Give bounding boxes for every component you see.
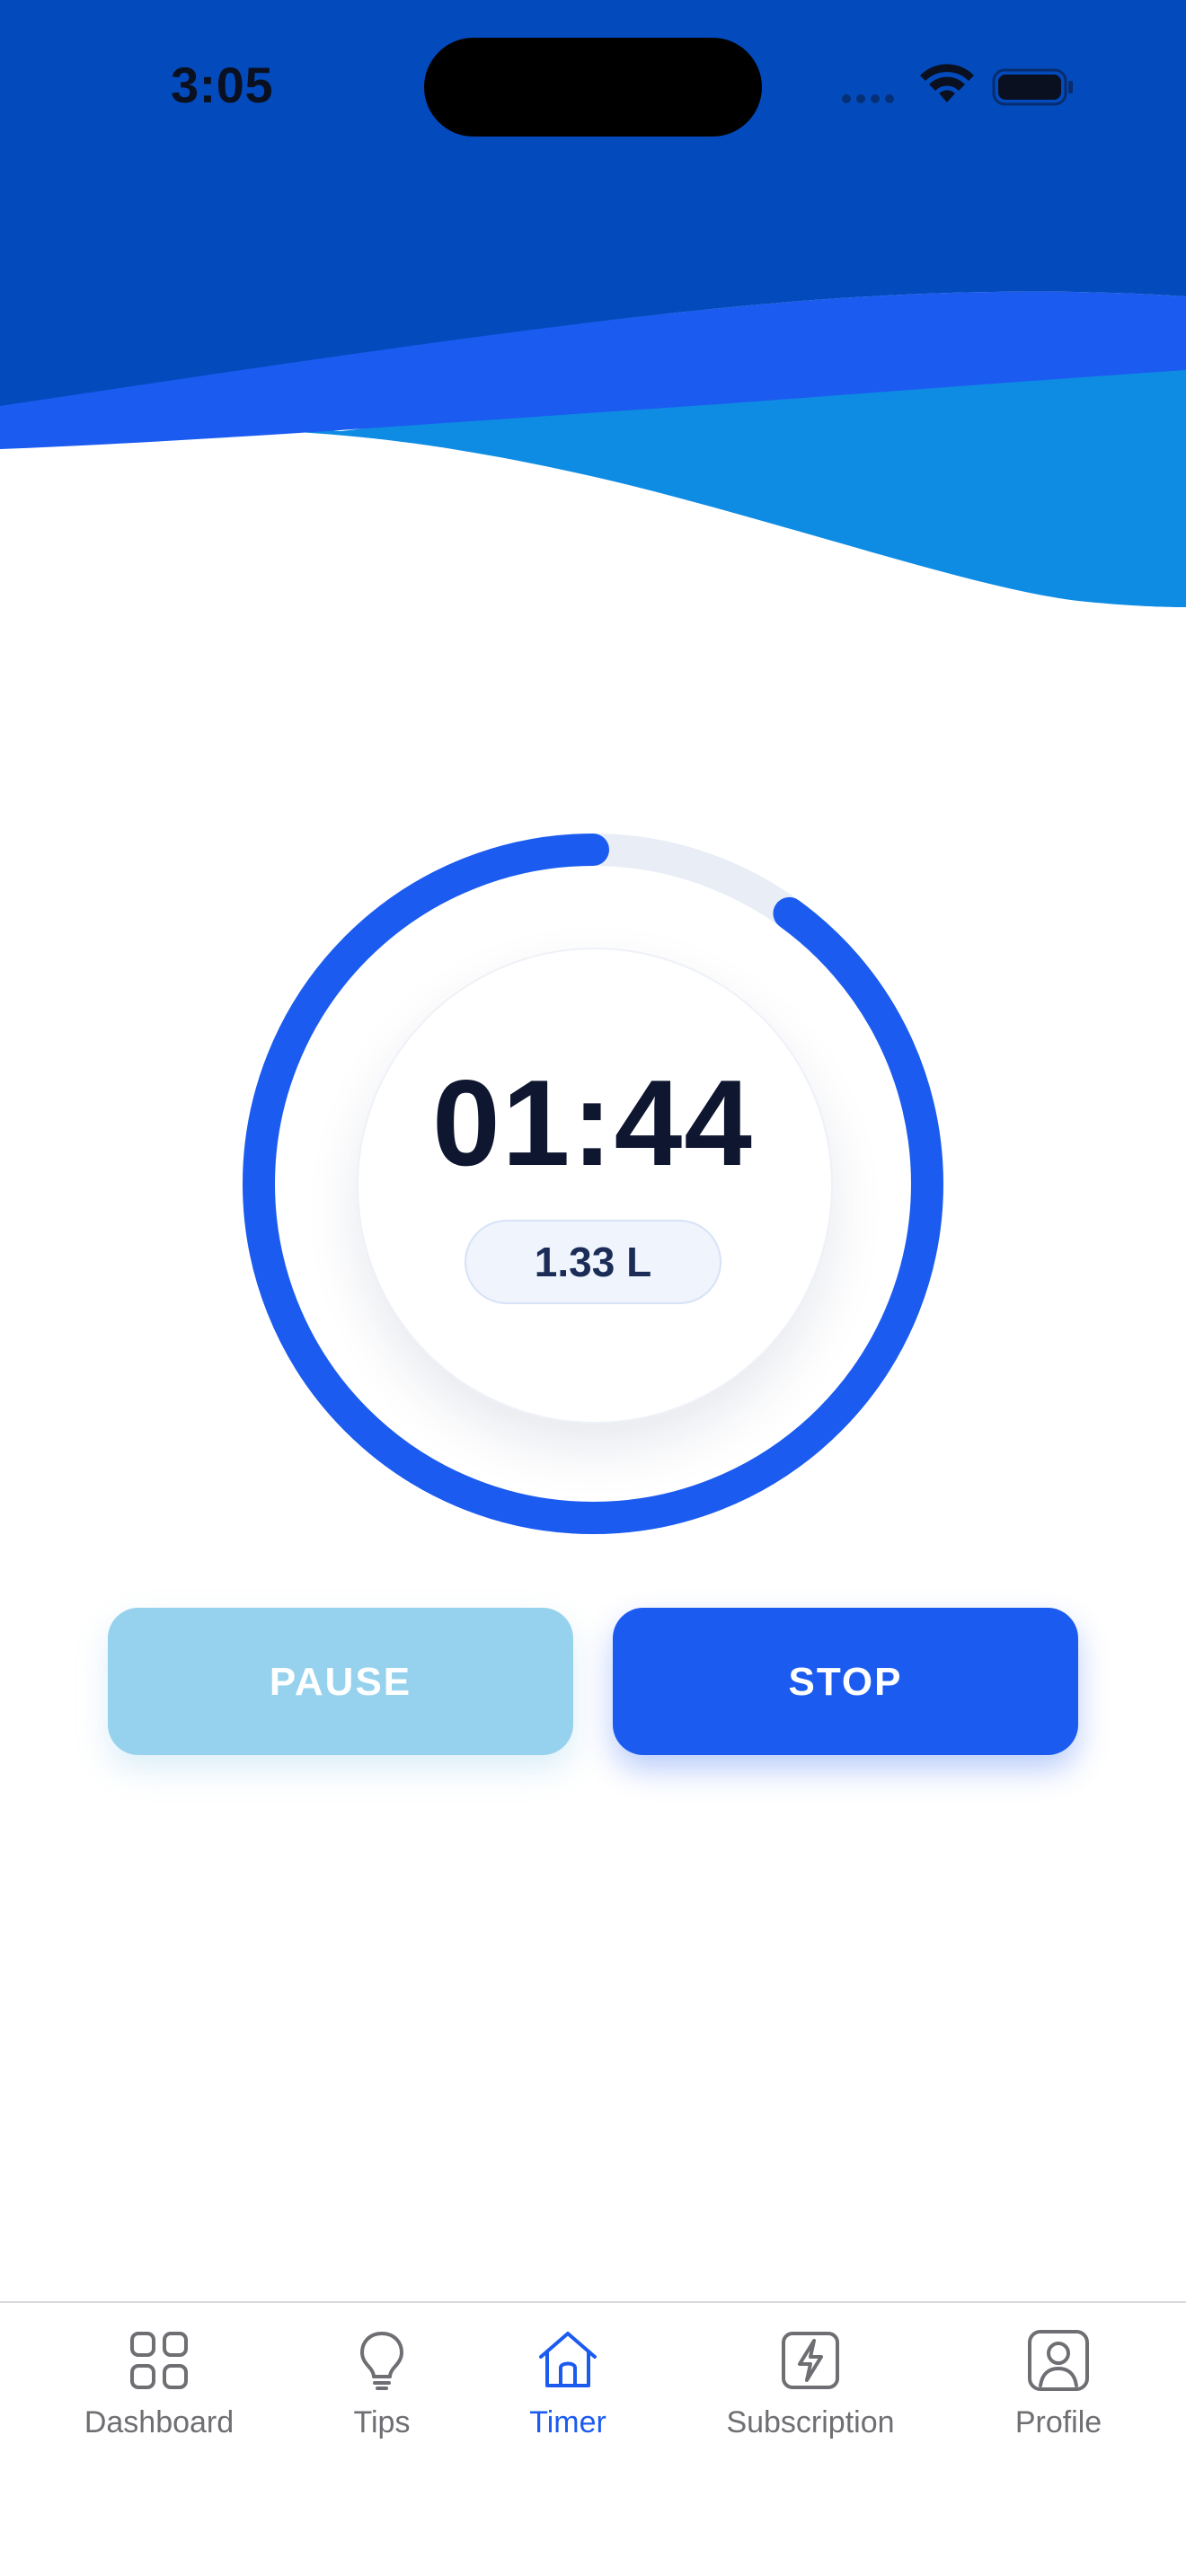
tab-tips[interactable]: Tips <box>328 2328 436 2472</box>
timer-ring: 01:44 1.33 L <box>234 825 952 1543</box>
dynamic-island <box>424 38 762 137</box>
tab-label-dashboard: Dashboard <box>84 2405 235 2439</box>
home-icon <box>539 2332 597 2387</box>
tab-label-subscription: Subscription <box>726 2405 895 2439</box>
tab-label-tips: Tips <box>353 2405 411 2439</box>
grid-icon <box>130 2332 188 2389</box>
timer-screen: 3:05 01:44 1.33 L PAUSE STOP Dashboard T… <box>0 0 1186 2576</box>
status-icons <box>842 64 1073 106</box>
battery-icon <box>992 68 1073 106</box>
stop-button[interactable]: STOP <box>613 1608 1078 1755</box>
tab-dashboard[interactable]: Dashboard <box>63 2328 255 2472</box>
tab-label-profile: Profile <box>1014 2405 1102 2439</box>
status-time: 3:05 <box>171 57 274 113</box>
status-bar: 3:05 <box>0 0 1186 171</box>
pause-button[interactable]: PAUSE <box>108 1608 573 1755</box>
timer-display: 01:44 <box>432 1054 754 1191</box>
tab-timer[interactable]: Timer <box>514 2328 622 2472</box>
wifi-icon <box>920 64 974 102</box>
profile-icon <box>1028 2330 1089 2391</box>
tab-label-timer: Timer <box>529 2405 606 2439</box>
lightbulb-icon <box>360 2332 403 2390</box>
lightning-icon <box>782 2332 839 2389</box>
tab-bar: Dashboard Tips Timer Subscription Profil… <box>0 2301 1186 2576</box>
tab-subscription[interactable]: Subscription <box>706 2328 915 2472</box>
volume-badge: 1.33 L <box>465 1220 721 1304</box>
tab-profile[interactable]: Profile <box>997 2328 1120 2472</box>
cellular-dots-icon <box>842 94 894 103</box>
